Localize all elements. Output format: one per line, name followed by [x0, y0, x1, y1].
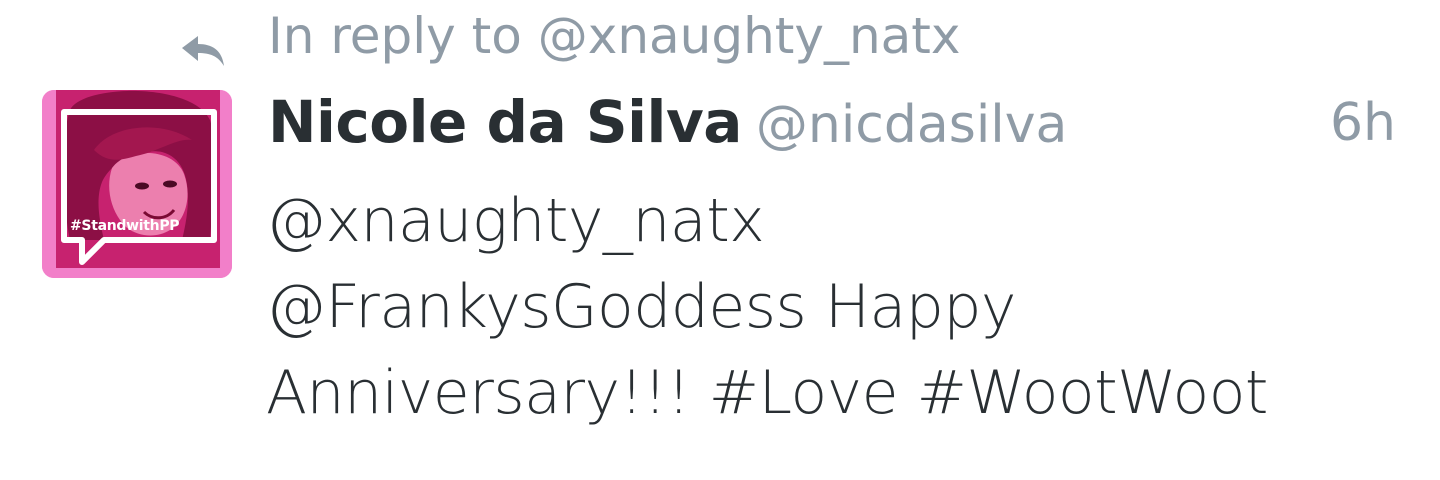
- tweet-body: @xnaughty_natx @FrankysGoddess Happy Ann…: [266, 178, 1386, 436]
- tweet-timestamp[interactable]: 6h: [1330, 92, 1396, 154]
- tweet-header: Nicole da Silva @nicdasilva: [268, 88, 1067, 158]
- reply-arrow-icon[interactable]: [178, 32, 228, 72]
- author-name[interactable]: Nicole da Silva: [268, 88, 742, 156]
- tweet-body-line: Anniversary!!! #Love #WootWoot: [266, 358, 1268, 428]
- tweet[interactable]: In reply to @xnaughty_natx #StandwithPP …: [0, 0, 1440, 480]
- author-handle[interactable]: @nicdasilva: [756, 95, 1068, 155]
- in-reply-to-text[interactable]: In reply to @xnaughty_natx: [268, 6, 961, 66]
- avatar[interactable]: #StandwithPP: [42, 90, 232, 278]
- tweet-body-line: @xnaughty_natx: [266, 186, 765, 256]
- tweet-body-line: @FrankysGoddess Happy: [266, 272, 1016, 342]
- standwithpp-badge: #StandwithPP: [70, 218, 180, 234]
